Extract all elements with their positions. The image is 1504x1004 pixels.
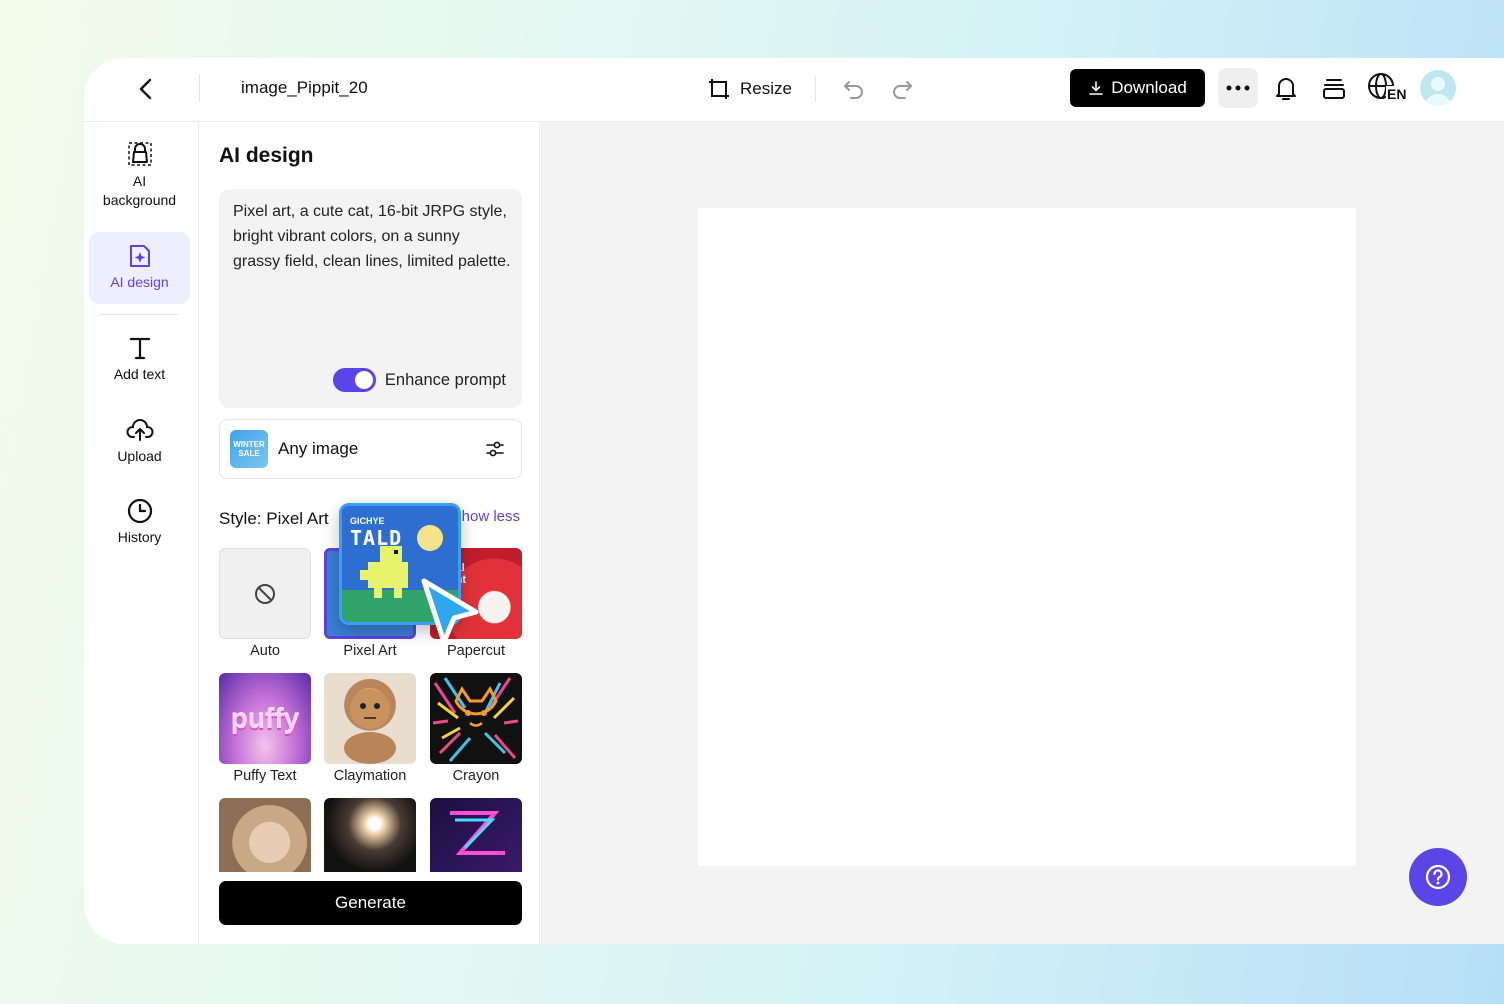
artboard[interactable] bbox=[698, 208, 1356, 866]
canvas-area bbox=[541, 122, 1504, 944]
enhance-prompt-label: Enhance prompt bbox=[384, 370, 506, 389]
rail-item-ai-background[interactable]: AI background bbox=[89, 140, 190, 216]
style-label: Style: Pixel Art bbox=[219, 509, 329, 528]
help-icon bbox=[1425, 864, 1451, 890]
app-window: image_Pippit_20 Resize Download EN AI ba… bbox=[84, 58, 1504, 944]
more-options-button[interactable] bbox=[1218, 68, 1258, 108]
text-icon bbox=[129, 337, 150, 360]
style-name: Crayon bbox=[452, 768, 500, 784]
thumbnail-text: puffy bbox=[230, 702, 300, 734]
style-thumbnail bbox=[430, 673, 522, 764]
cloud-upload-icon bbox=[125, 419, 154, 441]
clock-icon bbox=[127, 498, 152, 524]
download-label: Download bbox=[1111, 78, 1187, 97]
style-tile-claymation[interactable]: Claymation bbox=[324, 673, 416, 784]
style-tile-light[interactable] bbox=[324, 798, 416, 872]
enhance-prompt-control: Enhance prompt bbox=[332, 368, 506, 392]
rail-item-history[interactable]: History bbox=[89, 497, 190, 551]
resize-icon bbox=[709, 79, 729, 99]
rail-item-ai-design[interactable]: AI design bbox=[89, 232, 190, 304]
style-thumbnail bbox=[324, 673, 416, 764]
pointer-cursor-icon bbox=[421, 578, 479, 645]
style-tile-neon[interactable] bbox=[430, 798, 522, 872]
no-style-icon bbox=[255, 583, 275, 604]
divider bbox=[199, 74, 200, 102]
help-button[interactable] bbox=[1409, 848, 1467, 906]
style-thumbnail: puffy bbox=[219, 673, 311, 764]
clay-figure-icon bbox=[344, 689, 396, 764]
download-button[interactable]: Download bbox=[1070, 69, 1205, 107]
style-name: Pixel Art bbox=[343, 643, 397, 659]
show-less-link[interactable]: how less bbox=[462, 508, 520, 525]
style-thumbnail bbox=[324, 798, 416, 872]
thumbnail-text: GICHYE bbox=[350, 516, 385, 526]
rail-label: AI design bbox=[110, 274, 169, 290]
download-icon bbox=[1089, 81, 1103, 95]
prompt-textarea[interactable]: Pixel art, a cute cat, 16-bit JRPG style… bbox=[219, 189, 522, 408]
language-button[interactable]: EN bbox=[1367, 72, 1408, 106]
resize-label: Resize bbox=[740, 79, 792, 98]
style-tile-auto[interactable]: Auto bbox=[219, 548, 311, 659]
reference-thumbnail: WINTER SALE bbox=[230, 430, 268, 468]
more-dots-icon bbox=[1226, 85, 1250, 91]
reference-image-label: Any image bbox=[278, 439, 359, 458]
user-icon bbox=[1425, 77, 1451, 106]
prompt-text[interactable]: Pixel art, a cute cat, 16-bit JRPG style… bbox=[233, 199, 511, 274]
lock-bag-icon bbox=[127, 142, 152, 166]
panel-title: AI design bbox=[219, 144, 314, 167]
user-avatar[interactable] bbox=[1420, 70, 1456, 106]
document-title[interactable]: image_Pippit_20 bbox=[241, 78, 371, 98]
ai-design-icon bbox=[129, 245, 150, 267]
left-tool-rail: AI background AI design Add text Upload … bbox=[84, 122, 199, 944]
style-tile-puffy-text[interactable]: puffy Puffy Text bbox=[219, 673, 311, 784]
sliders-icon[interactable] bbox=[485, 439, 505, 459]
rail-label: AI background bbox=[102, 173, 177, 208]
style-name: Auto bbox=[250, 643, 280, 659]
redo-icon[interactable] bbox=[889, 75, 915, 101]
divider bbox=[100, 314, 178, 315]
top-bar: image_Pippit_20 Resize Download EN bbox=[84, 58, 1504, 122]
rail-item-upload[interactable]: Upload bbox=[89, 416, 190, 470]
style-tile-plush[interactable] bbox=[219, 798, 311, 872]
crayon-cat-icon bbox=[432, 677, 519, 762]
style-tile-crayon[interactable]: Crayon bbox=[430, 673, 522, 784]
rail-label: Upload bbox=[117, 448, 162, 464]
style-name: Claymation bbox=[333, 768, 407, 784]
rail-item-add-text[interactable]: Add text bbox=[89, 334, 190, 388]
language-code: EN bbox=[1386, 86, 1408, 103]
rail-label: Add text bbox=[113, 366, 166, 382]
rail-label: History bbox=[117, 529, 162, 545]
reference-image-selector[interactable]: WINTER SALE Any image bbox=[219, 419, 522, 479]
generate-button[interactable]: Generate bbox=[219, 881, 522, 925]
layers-stack-icon[interactable] bbox=[1319, 73, 1349, 103]
divider bbox=[815, 76, 816, 102]
style-thumbnail bbox=[430, 798, 522, 872]
undo-icon[interactable] bbox=[841, 75, 867, 101]
bell-icon[interactable] bbox=[1271, 73, 1301, 103]
style-name: Puffy Text bbox=[233, 768, 297, 784]
back-arrow-icon[interactable] bbox=[134, 76, 160, 102]
resize-button[interactable]: Resize bbox=[706, 74, 792, 104]
style-thumbnail bbox=[219, 798, 311, 872]
neon-shape-icon bbox=[450, 811, 505, 855]
enhance-prompt-toggle[interactable] bbox=[332, 368, 376, 392]
style-thumbnail bbox=[219, 548, 311, 639]
thumbnail-text: TALD bbox=[350, 526, 403, 550]
